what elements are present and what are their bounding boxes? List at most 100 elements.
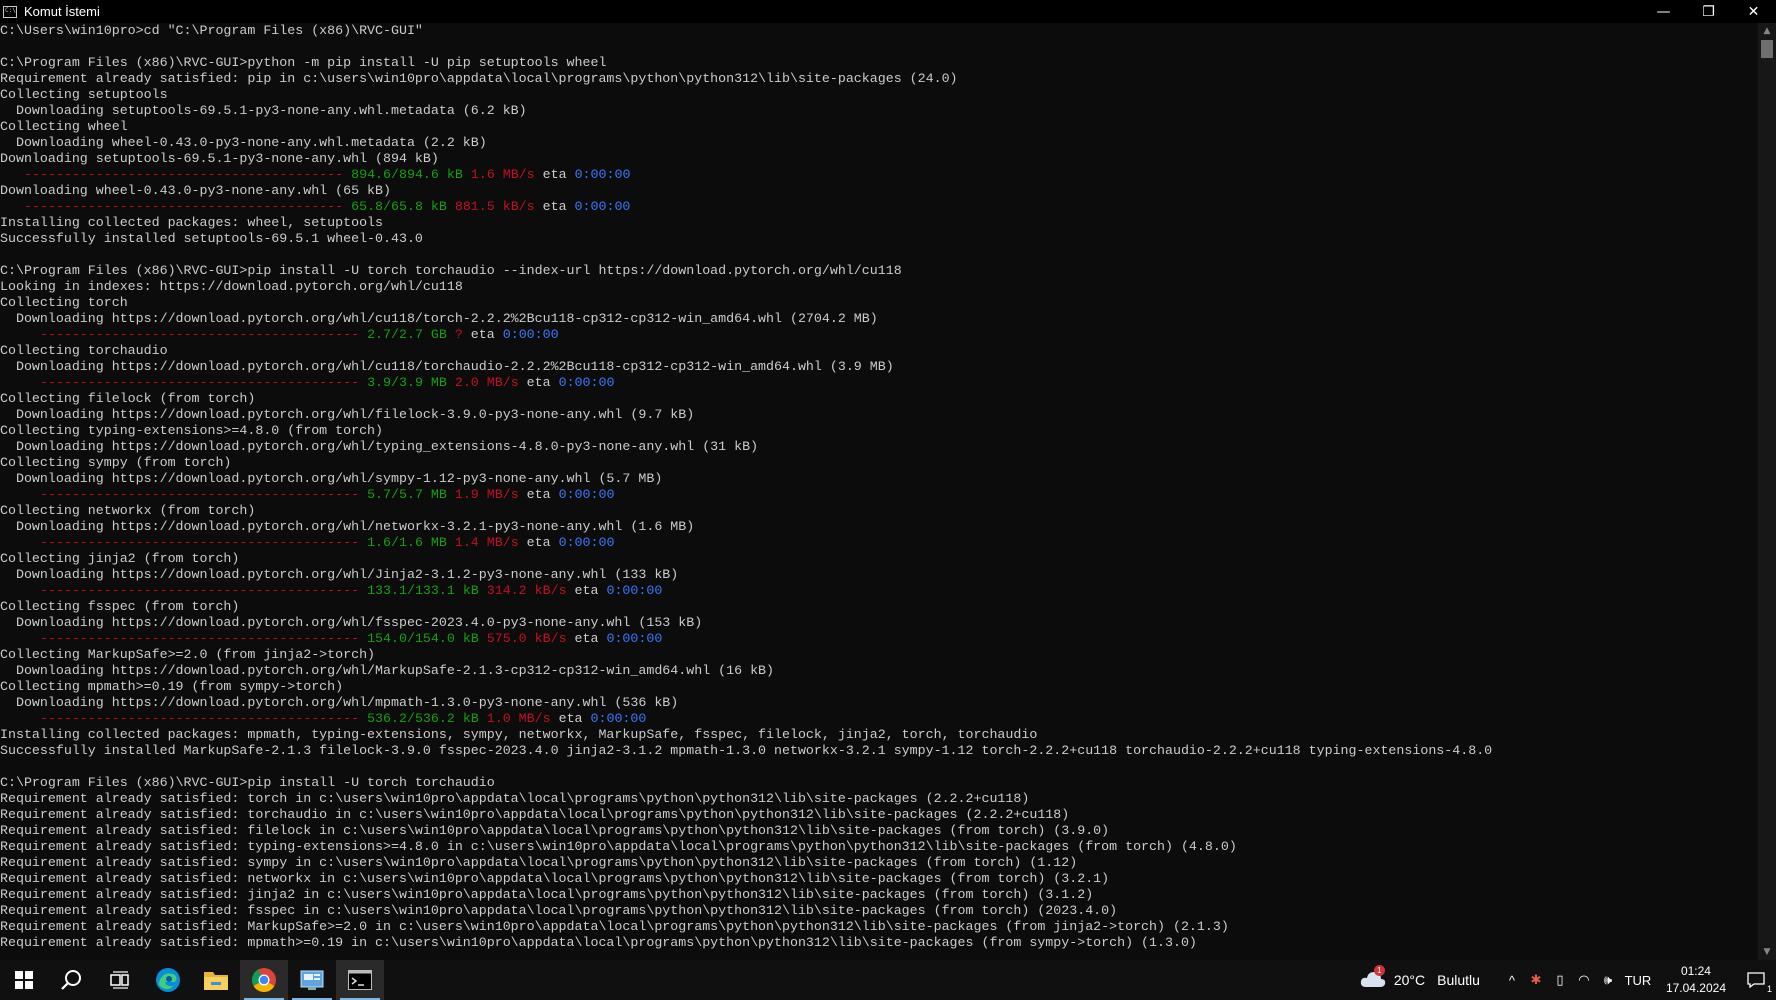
volume-icon[interactable]: 🕪 [1596, 972, 1620, 988]
console-text: 1.6/1.6 MB [367, 535, 455, 550]
restore-button[interactable]: ❐ [1686, 0, 1731, 23]
scrollbar-thumb[interactable] [1761, 40, 1773, 58]
system-tray: 1 20°C Bulutlu ^ ✱ ▯ ◠ 🕪 TUR 01:24 17.04… [1360, 960, 1776, 1000]
console-text: eta [566, 583, 607, 598]
wifi-icon[interactable]: ◠ [1572, 972, 1596, 988]
console-line: Collecting torchaudio [0, 343, 1758, 359]
console-line: Successfully installed setuptools-69.5.1… [0, 231, 1758, 247]
task-view-icon[interactable] [96, 960, 144, 1000]
console-line: Collecting sympy (from torch) [0, 455, 1758, 471]
chrome-icon[interactable] [240, 960, 288, 1000]
console-line: Requirement already satisfied: filelock … [0, 823, 1758, 839]
console-line: Downloading https://download.pytorch.org… [0, 407, 1758, 423]
console-line: ----------------------------------------… [0, 583, 1758, 599]
console-line: Downloading setuptools-69.5.1-py3-none-a… [0, 151, 1758, 167]
console-line: Requirement already satisfied: torchaudi… [0, 807, 1758, 823]
console-text: ---------------------------------------- [0, 167, 352, 182]
console-text: 881.5 kB/s [454, 199, 535, 214]
console-text: 0:00:00 [558, 375, 615, 390]
console-text: Successfully installed MarkupSafe-2.1.3 … [0, 743, 1493, 758]
weather-condition: Bulutlu [1437, 972, 1480, 988]
console-text: 1.9 MB/s [454, 487, 519, 502]
console-text: eta [518, 375, 559, 390]
console-text: eta [462, 327, 503, 342]
console-text: Collecting torchaudio [0, 343, 168, 358]
console-line: Collecting MarkupSafe>=2.0 (from jinja2-… [0, 647, 1758, 663]
notification-center-icon[interactable]: 1 [1736, 960, 1776, 1000]
chevron-up-icon[interactable]: ^ [1500, 973, 1524, 988]
console-text: 2.7/2.7 GB [367, 327, 455, 342]
close-button[interactable]: ✕ [1731, 0, 1776, 23]
console-line: ----------------------------------------… [0, 631, 1758, 647]
console-text: Downloading https://download.pytorch.org… [0, 695, 679, 710]
console-line: Requirement already satisfied: fsspec in… [0, 903, 1758, 919]
console-line: Downloading https://download.pytorch.org… [0, 615, 1758, 631]
console-line: Collecting fsspec (from torch) [0, 599, 1758, 615]
console-output[interactable]: C:\Users\win10pro>cd "C:\Program Files (… [0, 23, 1758, 960]
console-text: ---------------------------------------- [0, 583, 368, 598]
console-text: Downloading https://download.pytorch.org… [0, 519, 695, 534]
console-text: Requirement already satisfied: mpmath>=0… [0, 935, 1197, 950]
console-text: Downloading https://download.pytorch.org… [0, 407, 695, 422]
taskbar: 1 20°C Bulutlu ^ ✱ ▯ ◠ 🕪 TUR 01:24 17.04… [0, 960, 1776, 1000]
console-text: ---------------------------------------- [0, 631, 368, 646]
console-text: eta [518, 535, 559, 550]
console-text: Downloading https://download.pytorch.org… [0, 567, 679, 582]
language-indicator[interactable]: TUR [1620, 973, 1656, 988]
minimize-button[interactable]: — [1641, 0, 1686, 23]
console-line: Downloading https://download.pytorch.org… [0, 311, 1758, 327]
console-text: Collecting mpmath>=0.19 (from sympy->tor… [0, 679, 344, 694]
console-text: ---------------------------------------- [0, 327, 368, 342]
console-text: ---------------------------------------- [0, 487, 368, 502]
scroll-up-icon[interactable]: ▲ [1758, 23, 1776, 39]
weather-widget[interactable]: 1 20°C Bulutlu [1360, 964, 1480, 991]
console-text: Collecting jinja2 (from torch) [0, 551, 240, 566]
console-text: 0:00:00 [558, 535, 615, 550]
console-text: 5.7/5.7 MB [367, 487, 455, 502]
battery-icon[interactable]: ▯ [1548, 972, 1572, 988]
console-text: ---------------------------------------- [0, 375, 368, 390]
console-text: Collecting filelock (from torch) [0, 391, 256, 406]
console-text: Installing collected packages: mpmath, t… [0, 727, 1038, 742]
console-text: Downloading setuptools-69.5.1-py3-none-a… [0, 151, 439, 166]
console-line: Collecting jinja2 (from torch) [0, 551, 1758, 567]
search-icon[interactable] [48, 960, 96, 1000]
console-line: Collecting typing-extensions>=4.8.0 (fro… [0, 423, 1758, 439]
vertical-scrollbar[interactable]: ▲ ▼ [1758, 23, 1776, 960]
edge-icon[interactable] [144, 960, 192, 1000]
console-line: Requirement already satisfied: sympy in … [0, 855, 1758, 871]
console-text: C:\Program Files (x86)\RVC-GUI>pip insta… [0, 263, 902, 278]
console-text: Requirement already satisfied: sympy in … [0, 855, 1078, 870]
console-text: Collecting fsspec (from torch) [0, 599, 240, 614]
window-titlebar[interactable]: C:\ Komut İstemi — ❐ ✕ [0, 0, 1776, 23]
scroll-down-icon[interactable]: ▼ [1758, 944, 1776, 960]
console-text: 0:00:00 [606, 631, 663, 646]
console-text: Requirement already satisfied: torch in … [0, 791, 1030, 806]
minimize-icon: — [1656, 3, 1671, 20]
console-text: Downloading https://download.pytorch.org… [0, 615, 703, 630]
command-prompt-app-icon[interactable]: C:\ [3, 5, 17, 18]
notification-count: 1 [1766, 984, 1772, 994]
console-text: Downloading https://download.pytorch.org… [0, 663, 775, 678]
console-text: 894.6/894.6 kB [351, 167, 471, 182]
console-line: Downloading https://download.pytorch.org… [0, 471, 1758, 487]
console-line: ----------------------------------------… [0, 327, 1758, 343]
network-status-icon[interactable]: ✱ [1524, 972, 1548, 988]
console-text: 1.4 MB/s [454, 535, 519, 550]
windows-start-icon[interactable] [0, 960, 48, 1000]
console-text: C:\Program Files (x86)\RVC-GUI>pip insta… [0, 775, 495, 790]
console-line: Requirement already satisfied: networkx … [0, 871, 1758, 887]
console-text: 0:00:00 [574, 167, 631, 182]
console-text: Collecting networkx (from torch) [0, 503, 256, 518]
console-text: 0:00:00 [558, 487, 615, 502]
console-line: Downloading https://download.pytorch.org… [0, 663, 1758, 679]
clock[interactable]: 01:24 17.04.2024 [1666, 963, 1726, 997]
command-prompt-icon[interactable] [336, 960, 384, 1000]
control-panel-icon[interactable] [288, 960, 336, 1000]
close-icon: ✕ [1747, 3, 1760, 20]
console-line: Collecting networkx (from torch) [0, 503, 1758, 519]
file-explorer-icon[interactable] [192, 960, 240, 1000]
console-line: Downloading wheel-0.43.0-py3-none-any.wh… [0, 135, 1758, 151]
